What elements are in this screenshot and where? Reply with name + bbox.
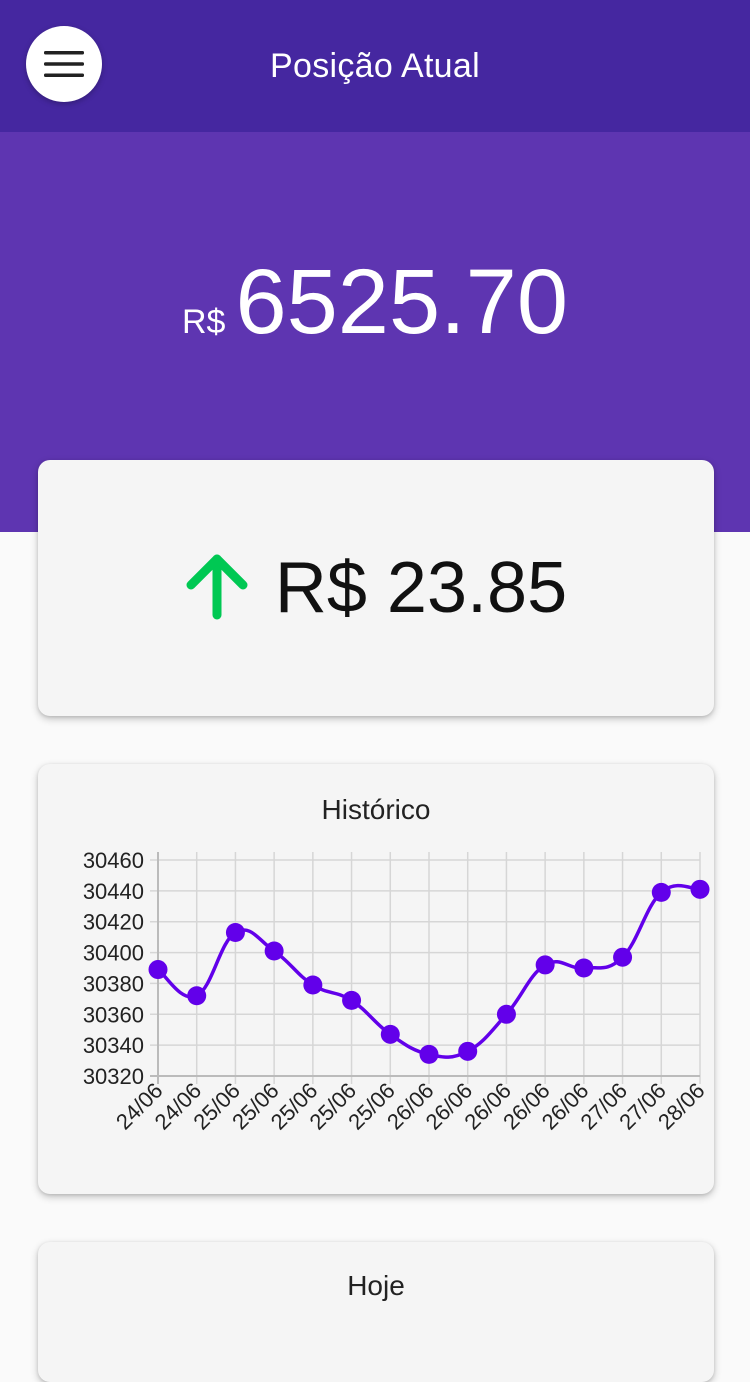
y-tick-label: 30380 [83, 971, 144, 996]
balance-currency: R$ [181, 303, 226, 341]
today-card: Hoje [38, 1242, 714, 1382]
change-value: R$ 23.85 [274, 548, 568, 628]
data-point [380, 1024, 400, 1044]
data-point [651, 882, 671, 902]
data-point [342, 990, 362, 1010]
data-point [225, 923, 245, 943]
y-tick-label: 30340 [83, 1033, 144, 1058]
today-title: Hoje [347, 1270, 405, 1301]
y-tick-label: 30320 [83, 1064, 144, 1089]
balance-amount: 6525.70 [235, 251, 569, 353]
menu-button[interactable] [26, 26, 102, 102]
data-point [690, 879, 710, 899]
y-tick-label: 30460 [83, 848, 144, 873]
daily-change-card: R$ 23.85 [38, 460, 714, 716]
data-point [303, 975, 323, 995]
history-card: Histórico 30320 30340 30360 30380 30400 30420… [38, 764, 714, 1194]
data-point [535, 955, 555, 975]
data-point [496, 1004, 516, 1024]
y-tick-label: 30420 [83, 910, 144, 935]
data-point [264, 941, 284, 961]
data-point [574, 958, 594, 978]
page-title: Posição Atual [270, 46, 480, 85]
data-point [148, 960, 168, 980]
arrow-up-icon [185, 553, 249, 623]
y-tick-label: 30360 [83, 1002, 144, 1027]
history-line-chart: 30320 30340 30360 30380 30400 30420 30440 30460… [83, 848, 710, 1134]
data-point [187, 986, 207, 1006]
data-point [613, 947, 633, 967]
current-balance: R$ 6525.70 [0, 250, 750, 355]
hamburger-menu-icon [44, 51, 84, 77]
app-bar: Posição Atual [0, 0, 750, 132]
data-point [458, 1041, 478, 1061]
y-tick-label: 30440 [83, 879, 144, 904]
data-point [419, 1044, 439, 1064]
y-tick-label: 30400 [83, 941, 144, 966]
